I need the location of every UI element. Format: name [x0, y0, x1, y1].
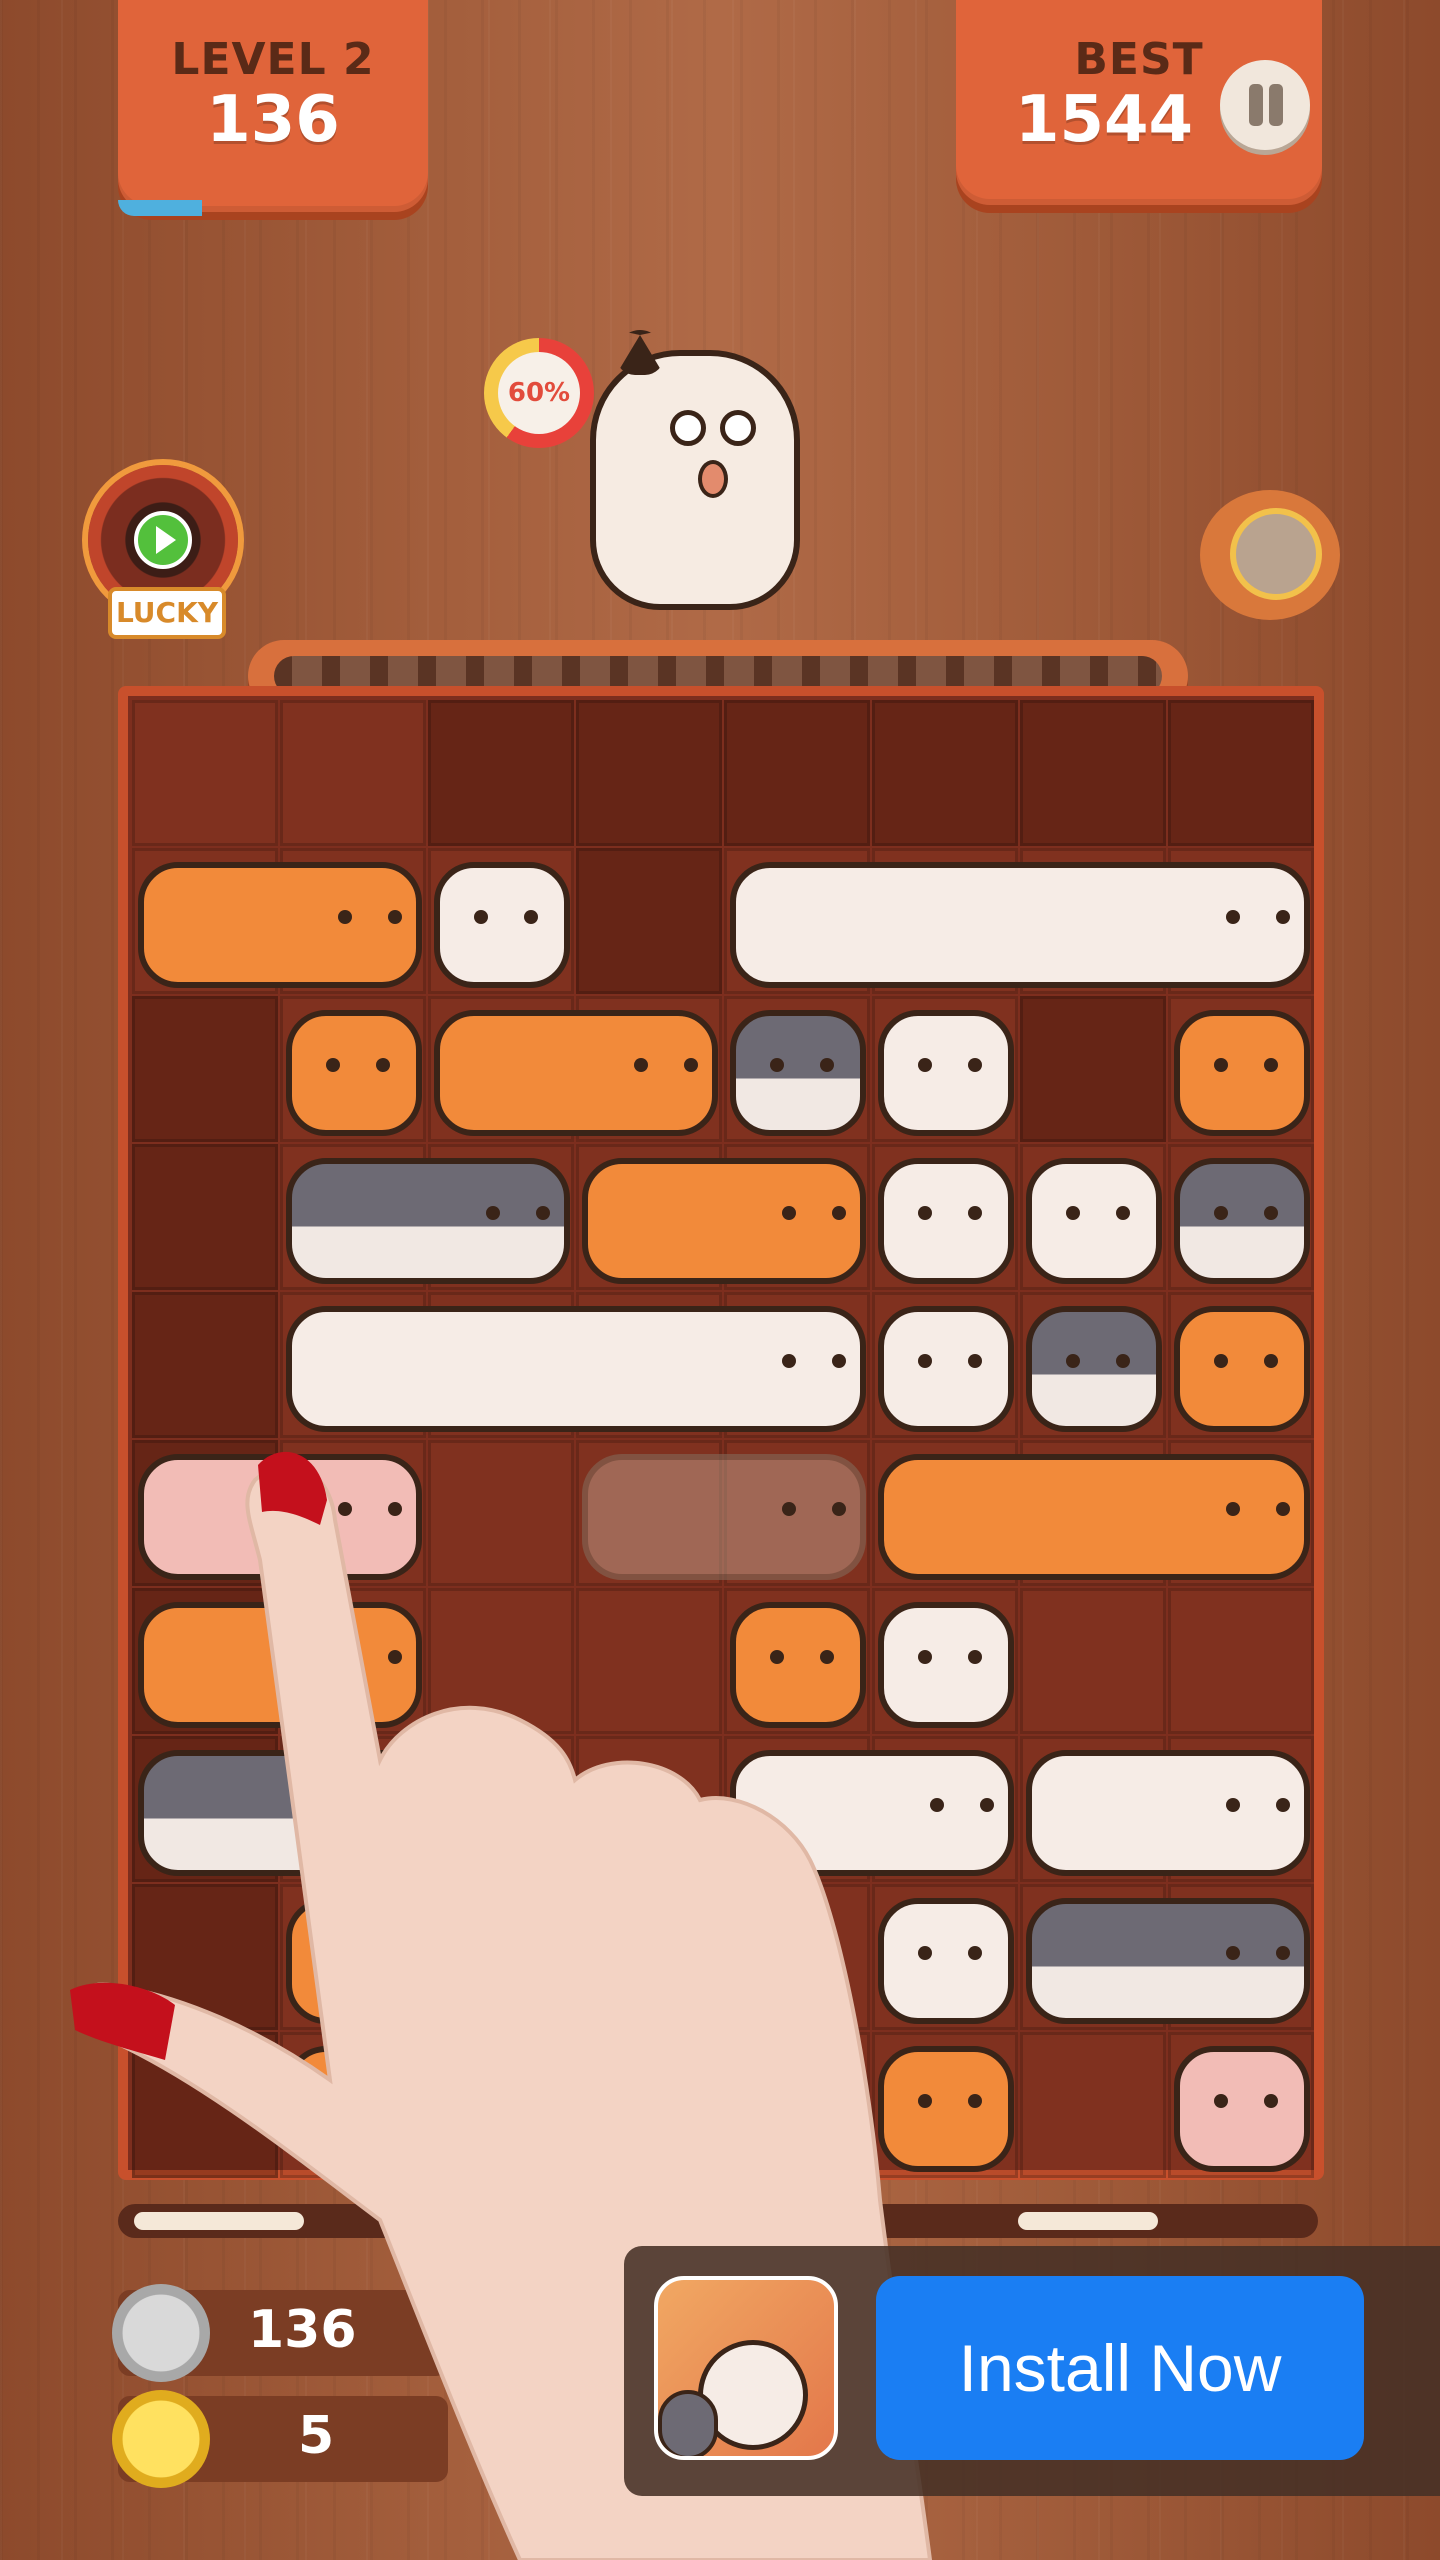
- fish-counter: 136: [112, 2284, 448, 2382]
- board-cell: [1020, 996, 1166, 1142]
- board-cell: [132, 1292, 278, 1438]
- cat-tile-pink[interactable]: [1174, 2046, 1310, 2172]
- play-icon: [134, 511, 192, 569]
- cat-tile-white[interactable]: [878, 1602, 1014, 1728]
- level-panel: LEVEL 2 136: [118, 0, 428, 212]
- cat-tile-white[interactable]: [434, 862, 570, 988]
- cat-tile-orange[interactable]: [434, 1010, 718, 1136]
- fish-count: 136: [248, 2300, 357, 2360]
- rage-meter: 60%: [484, 338, 594, 448]
- cat-tile-gray[interactable]: [1026, 1306, 1162, 1432]
- cat-tile-white[interactable]: [878, 1898, 1014, 2024]
- gold-coin-icon: [112, 2390, 210, 2488]
- board-cell: [576, 1588, 722, 1734]
- board-cell: [428, 1588, 574, 1734]
- level-progress-bar: [118, 200, 428, 216]
- cat-tile-gray[interactable]: [138, 1750, 570, 1876]
- board-cell: [872, 700, 1018, 846]
- level-score: 136: [206, 83, 340, 157]
- lucky-wheel-button[interactable]: LUCKY: [80, 455, 250, 645]
- board-cell: [576, 2032, 722, 2178]
- board-cell: [1020, 1588, 1166, 1734]
- cat-tile-orange[interactable]: [1174, 1010, 1310, 1136]
- cat-tile-white[interactable]: [286, 1306, 866, 1432]
- board-cell: [576, 1884, 722, 2030]
- board-cell: [724, 700, 870, 846]
- pause-button[interactable]: [1220, 60, 1310, 150]
- coin-counter: 5: [112, 2390, 448, 2488]
- cat-tile-white[interactable]: [730, 862, 1310, 988]
- board-cell: [280, 700, 426, 846]
- board-cell: [576, 700, 722, 846]
- board-cell: [724, 1884, 870, 2030]
- cat-tile-orange[interactable]: [286, 2046, 422, 2172]
- cat-tile-orange[interactable]: [878, 1454, 1310, 1580]
- cat-tile-orange[interactable]: [138, 862, 422, 988]
- board-cell: [428, 2032, 574, 2178]
- cat-tile-orange[interactable]: [1174, 1306, 1310, 1432]
- board-cell: [132, 700, 278, 846]
- board-cell: [576, 848, 722, 994]
- cat-tile-white[interactable]: [1026, 1158, 1162, 1284]
- fish-coin-icon: [112, 2284, 210, 2382]
- best-score: 1544: [1014, 83, 1194, 157]
- level-progress-fill: [118, 200, 202, 216]
- cat-tile-gray[interactable]: [286, 1158, 570, 1284]
- ad-banner[interactable]: Install Now: [624, 2246, 1440, 2496]
- cat-tile-white[interactable]: [878, 1010, 1014, 1136]
- lucky-label: LUCKY: [108, 587, 226, 639]
- game-board[interactable]: [118, 686, 1324, 2180]
- boss-cat: [580, 330, 810, 620]
- board-cell: [1020, 700, 1166, 846]
- board-cell: [428, 700, 574, 846]
- board-cell: [576, 1736, 722, 1882]
- cat-tile-white[interactable]: [730, 1750, 1014, 1876]
- board-cell: [428, 1440, 574, 1586]
- cat-tile-pink[interactable]: [138, 1454, 422, 1580]
- app-icon[interactable]: [654, 2276, 838, 2460]
- cat-tile-orange[interactable]: [730, 1602, 866, 1728]
- cat-tile-gray[interactable]: [1026, 1898, 1310, 2024]
- board-cell: [1168, 1588, 1314, 1734]
- install-now-button[interactable]: Install Now: [876, 2276, 1364, 2460]
- board-cell: [1020, 2032, 1166, 2178]
- board-cell: [132, 996, 278, 1142]
- mirror-cat-button[interactable]: [1200, 470, 1340, 620]
- cat-tile-gray[interactable]: [1174, 1158, 1310, 1284]
- cat-tile-orange[interactable]: [138, 1602, 422, 1728]
- board-cell: [724, 2032, 870, 2178]
- level-label: LEVEL 2: [171, 34, 375, 85]
- board-cell: [1168, 700, 1314, 846]
- cat-tile-orange[interactable]: [286, 1010, 422, 1136]
- cat-tile-ghost[interactable]: [582, 1454, 866, 1580]
- board-cell: [132, 1144, 278, 1290]
- board-cell: [132, 1884, 278, 2030]
- cat-tile-orange[interactable]: [582, 1158, 866, 1284]
- coin-count: 5: [298, 2406, 335, 2466]
- cat-tile-white[interactable]: [878, 1306, 1014, 1432]
- cat-tile-gray[interactable]: [730, 1010, 866, 1136]
- board-cell: [132, 2032, 278, 2178]
- cat-tile-white[interactable]: [878, 1158, 1014, 1284]
- cat-tile-orange[interactable]: [286, 1898, 422, 2024]
- board-scrollbar: [118, 2204, 1318, 2238]
- cat-tile-white[interactable]: [1026, 1750, 1310, 1876]
- rage-percent-label: 60%: [498, 352, 580, 434]
- cat-tile-orange[interactable]: [878, 2046, 1014, 2172]
- board-cell: [428, 1884, 574, 2030]
